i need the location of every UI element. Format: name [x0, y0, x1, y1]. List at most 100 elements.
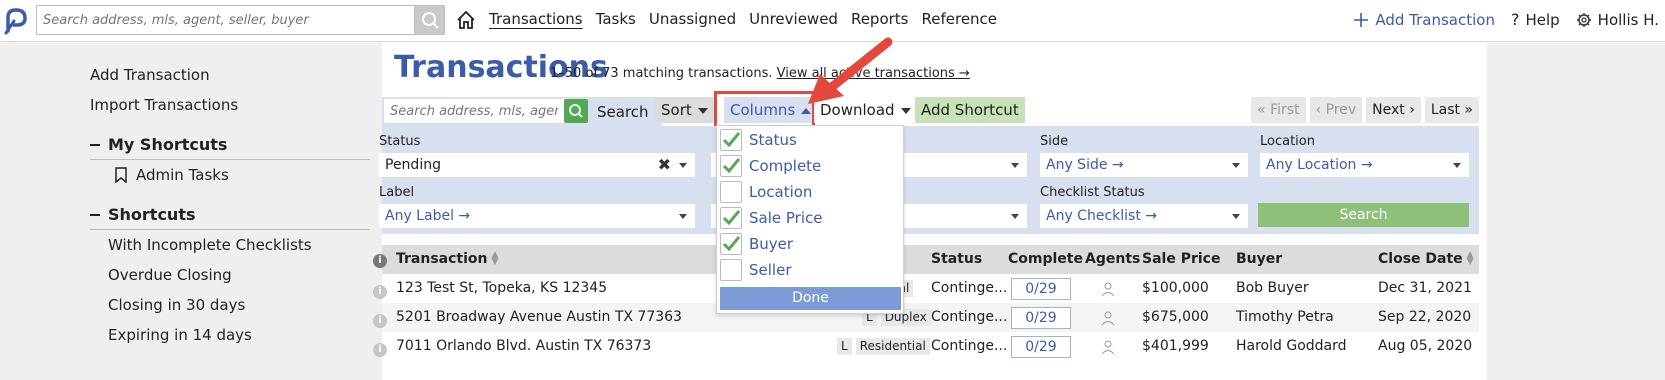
agent-icon[interactable]: [1099, 280, 1117, 302]
nav-transactions[interactable]: Transactions: [489, 10, 583, 28]
side-filter-value: Any Side →: [1046, 157, 1124, 173]
shortcut-closing-30-days[interactable]: Closing in 30 days: [90, 290, 370, 320]
dropdown-arrow-icon: [1011, 214, 1019, 219]
clear-icon[interactable]: ✖: [658, 153, 671, 177]
nav-unreviewed[interactable]: Unreviewed: [749, 10, 838, 28]
location-filter-value: Any Location →: [1266, 157, 1373, 173]
row-complete[interactable]: 0/29: [1011, 307, 1071, 329]
pager-next[interactable]: Next ›: [1366, 97, 1421, 123]
row-complete[interactable]: 0/29: [1011, 336, 1071, 358]
download-button[interactable]: Download: [814, 97, 917, 123]
col-buyer[interactable]: Buyer: [1236, 251, 1282, 267]
column-option-seller[interactable]: Seller: [720, 258, 791, 282]
filter-search-button[interactable]: Search: [1258, 203, 1469, 227]
shortcut-label: Admin Tasks: [136, 166, 229, 184]
view-all-active-link[interactable]: View all active transactions →: [777, 66, 970, 81]
shortcut-expiring-14-days[interactable]: Expiring in 14 days: [90, 320, 370, 350]
nav-tasks[interactable]: Tasks: [596, 10, 636, 28]
columns-button[interactable]: Columns: [724, 97, 818, 123]
shortcut-incomplete-checklists[interactable]: With Incomplete Checklists: [90, 230, 370, 260]
user-menu[interactable]: Hollis H.: [1576, 11, 1659, 29]
col-sale-price[interactable]: Sale Price: [1142, 251, 1220, 267]
sidebar-add-transaction[interactable]: Add Transaction: [90, 60, 370, 90]
location-filter-label: Location: [1260, 134, 1315, 149]
side-filter-label: Side: [1040, 134, 1069, 149]
row-complete[interactable]: 0/29: [1011, 278, 1071, 300]
info-icon[interactable]: i: [373, 340, 387, 357]
table-row[interactable]: i 123 Test St, Topeka, KS 12345 ntial Co…: [373, 274, 1479, 303]
sort-label: Sort: [661, 101, 692, 119]
col-complete[interactable]: Complete: [1008, 251, 1083, 267]
column-option-buyer[interactable]: Buyer: [720, 232, 793, 256]
add-transaction-link[interactable]: Add Transaction: [1353, 11, 1495, 29]
location-filter-select[interactable]: Any Location →: [1260, 153, 1469, 177]
row-close-date: Sep 22, 2020: [1378, 309, 1472, 325]
list-search-button[interactable]: [564, 99, 588, 123]
row-address[interactable]: 123 Test St, Topeka, KS 12345: [396, 280, 607, 296]
download-label: Download: [820, 101, 895, 119]
info-icon[interactable]: i: [373, 282, 387, 299]
left-sidebar: Add Transaction Import Transactions My S…: [90, 60, 370, 350]
checkmark-icon: [722, 236, 741, 252]
pager-last[interactable]: Last »: [1424, 97, 1479, 123]
nav-unassigned[interactable]: Unassigned: [649, 10, 736, 28]
label-filter-select[interactable]: Any Label →: [379, 204, 695, 228]
nav-reference[interactable]: Reference: [922, 10, 998, 28]
sort-button[interactable]: Sort: [655, 97, 714, 123]
shortcut-admin-tasks[interactable]: Admin Tasks: [90, 160, 370, 190]
col-status[interactable]: Status: [931, 251, 982, 267]
col-agents[interactable]: Agents: [1085, 251, 1140, 267]
sort-icon: ▲ ▼: [1466, 250, 1474, 267]
checkbox[interactable]: [720, 259, 742, 281]
side-filter-select[interactable]: Any Side →: [1040, 153, 1248, 177]
checkbox[interactable]: [720, 233, 742, 255]
add-transaction-label: Add Transaction: [1375, 10, 1495, 29]
column-option-location[interactable]: Location: [720, 180, 812, 204]
checkbox[interactable]: [720, 207, 742, 229]
row-close-date: Aug 05, 2020: [1378, 338, 1473, 354]
table-row[interactable]: i 5201 Broadway Avenue Austin TX 77363 L…: [373, 303, 1479, 332]
agent-icon[interactable]: [1099, 309, 1117, 331]
list-search-input[interactable]: [384, 99, 564, 123]
collapse-icon: [90, 213, 100, 216]
done-button[interactable]: Done: [720, 287, 901, 310]
column-option-status[interactable]: Status: [720, 128, 797, 152]
checklist-filter-select[interactable]: Any Checklist →: [1040, 204, 1248, 228]
checkbox[interactable]: [720, 129, 742, 151]
table-row[interactable]: i 7011 Orlando Blvd. Austin TX 76373 L Re…: [373, 332, 1479, 361]
info-icon[interactable]: i: [373, 311, 387, 328]
dropdown-arrow-icon: [1011, 163, 1019, 168]
row-address[interactable]: 5201 Broadway Avenue Austin TX 77363: [396, 309, 682, 325]
shortcut-overdue-closing[interactable]: Overdue Closing: [90, 260, 370, 290]
pagination: « First ‹ Prev Next › Last »: [1251, 97, 1479, 123]
home-icon[interactable]: [455, 9, 477, 31]
column-option-complete[interactable]: Complete: [720, 154, 821, 178]
checkmark-icon: [722, 158, 741, 174]
agent-icon[interactable]: [1099, 338, 1117, 360]
col-transaction[interactable]: Transaction ▲ ▼: [396, 251, 498, 268]
property-type-tag: L Residential: [837, 338, 930, 355]
checkmark-icon: [722, 210, 741, 226]
checkbox[interactable]: [720, 155, 742, 177]
checkmark-icon: [722, 132, 741, 148]
col-close-date[interactable]: Close Date ▲ ▼: [1378, 250, 1474, 268]
global-search-input[interactable]: [37, 6, 413, 34]
nav-reports[interactable]: Reports: [851, 10, 909, 28]
row-address[interactable]: 7011 Orlando Blvd. Austin TX 76373: [396, 338, 651, 354]
column-option-sale-price[interactable]: Sale Price: [720, 206, 822, 230]
checkbox[interactable]: [720, 181, 742, 203]
shortcuts-header[interactable]: Shortcuts: [90, 200, 370, 230]
column-option-label: Buyer: [749, 235, 794, 253]
global-search-button[interactable]: [414, 6, 444, 34]
row-sale-price: $401,999: [1142, 338, 1209, 354]
my-shortcuts-header[interactable]: My Shortcuts: [90, 130, 370, 160]
app-logo-icon[interactable]: [4, 7, 30, 35]
pager-prev[interactable]: ‹ Prev: [1309, 97, 1363, 123]
help-link[interactable]: ? Help: [1511, 10, 1560, 29]
row-status: Continge...: [931, 280, 1008, 296]
match-count: 1–50 of 73 matching transactions.: [550, 66, 773, 81]
status-filter-select[interactable]: Pending ✖: [379, 153, 695, 177]
pager-first[interactable]: « First: [1251, 97, 1306, 123]
sidebar-import-transactions[interactable]: Import Transactions: [90, 90, 370, 120]
add-shortcut-button[interactable]: Add Shortcut: [915, 97, 1025, 123]
